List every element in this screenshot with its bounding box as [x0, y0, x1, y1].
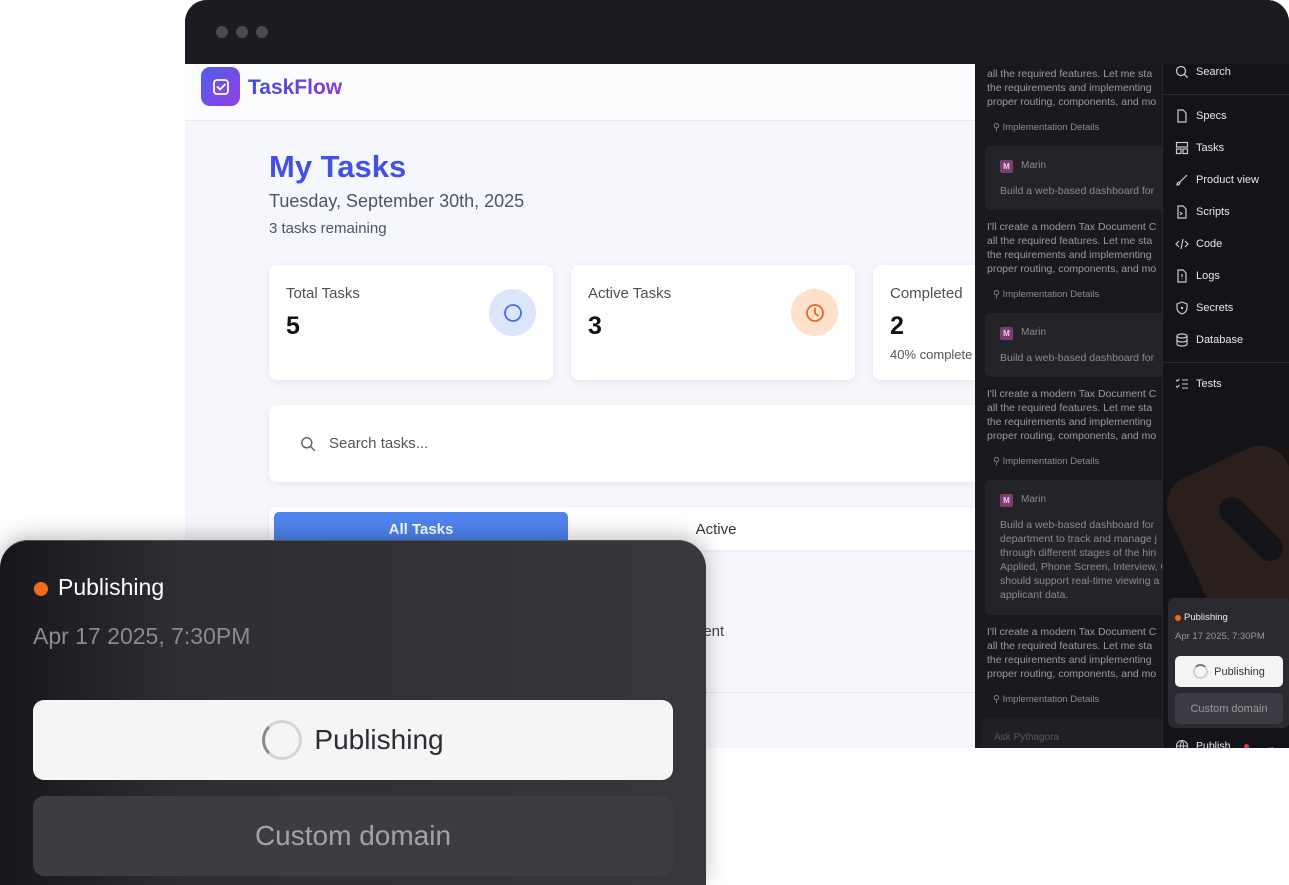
search-icon [301, 437, 316, 452]
avatar: M [1000, 327, 1013, 340]
clock-icon [791, 289, 838, 336]
sidebar-item-logs[interactable]: Logs [1175, 269, 1220, 283]
chat-input-placeholder: Ask Pythagora [994, 732, 1060, 743]
shield-icon [1176, 301, 1188, 315]
search-box[interactable]: Search tasks... [269, 405, 975, 482]
sidebar-item-tasks[interactable]: Tasks [1175, 141, 1224, 155]
publishing-button[interactable]: Publishing [33, 700, 673, 780]
user-message: M Marin Build a web-based dashboard for [985, 146, 1162, 210]
app-header: TaskFlow [185, 64, 975, 121]
brush-icon [1176, 174, 1188, 186]
checklist-icon [1175, 378, 1188, 389]
sidebar-item-tests[interactable]: Tests [1175, 377, 1222, 391]
implementation-details-link[interactable]: ⚲ Implementation Details [993, 694, 1099, 705]
chat-panel: all the required features. Let me sta th… [975, 64, 1162, 748]
user-message: M Marin Build a web-based dashboard for [985, 313, 1162, 377]
message-body: Build a web-based dashboard for [1000, 352, 1155, 364]
implementation-details-link[interactable]: ⚲ Implementation Details [993, 122, 1099, 133]
title-bar [185, 0, 1289, 64]
taskflow-logo-icon[interactable] [201, 67, 240, 106]
database-icon [1176, 333, 1188, 347]
publish-date: Apr 17 2025, 7:30PM [33, 623, 251, 649]
stat-card-total: Total Tasks 5 [269, 265, 553, 380]
sidebar-item-code[interactable]: Code [1175, 237, 1222, 251]
status-dot [1175, 615, 1181, 621]
publishing-popup: Publishing Apr 17 2025, 7:30PM Publishin… [0, 540, 706, 885]
ai-message: I'll create a modern Tax Document C all … [987, 626, 1157, 680]
script-icon [1177, 205, 1187, 219]
user-name: Marin [1021, 160, 1047, 171]
user-name: Marin [1021, 327, 1047, 338]
layout-icon [1175, 141, 1189, 155]
sidebar-item-secrets[interactable]: Secrets [1175, 301, 1233, 315]
code-icon [1175, 238, 1189, 250]
sidebar-item-product-view[interactable]: Product view [1175, 173, 1259, 187]
page-title: My Tasks [269, 149, 407, 184]
sidebar: Search Specs Tasks Product view Scripts … [1162, 64, 1289, 748]
implementation-details-link[interactable]: ⚲ Implementation Details [993, 289, 1099, 300]
sidebar-item-search[interactable]: Search [1175, 65, 1231, 79]
ai-message: all the required features. Let me sta th… [987, 68, 1157, 108]
stat-value: 5 [286, 312, 300, 340]
stat-value: 2 [890, 312, 904, 340]
chevron-down-icon[interactable]: ⌄ [1267, 741, 1275, 749]
publishing-button[interactable]: Publishing [1175, 656, 1283, 687]
custom-domain-button[interactable]: Custom domain [1175, 693, 1283, 724]
avatar: M [1000, 160, 1013, 173]
spinner-icon [262, 720, 303, 760]
window-close-button[interactable] [216, 26, 228, 38]
brand-name[interactable]: TaskFlow [248, 76, 342, 100]
sidebar-item-scripts[interactable]: Scripts [1175, 205, 1230, 219]
stat-label: Total Tasks [286, 285, 360, 302]
ai-message: I'll create a modern Tax Document C all … [987, 221, 1157, 275]
stat-card-active: Active Tasks 3 [571, 265, 855, 380]
chat-input[interactable]: Ask Pythagora [981, 718, 1162, 748]
circle-icon [489, 289, 536, 336]
globe-icon [1175, 739, 1189, 748]
spinner-icon [1193, 664, 1209, 679]
avatar: M [1000, 494, 1013, 507]
custom-domain-button[interactable]: Custom domain [33, 796, 673, 876]
user-name: Marin [1021, 494, 1047, 505]
sidebar-item-specs[interactable]: Specs [1175, 109, 1227, 123]
stat-value: 3 [588, 312, 602, 340]
publish-menu[interactable]: Publish ⌄ [1175, 739, 1275, 748]
publish-status: Publishing [1184, 612, 1228, 623]
message-body: Build a web-based dashboard for [1000, 185, 1155, 197]
search-icon [1175, 65, 1188, 78]
stat-card-completed: Completed 2 40% complete [873, 265, 975, 380]
notification-dot [1244, 743, 1250, 748]
log-icon [1177, 269, 1187, 283]
window-maximize-button[interactable] [256, 26, 268, 38]
tasks-remaining: 3 tasks remaining [269, 220, 387, 237]
publish-date: Apr 17 2025, 7:30PM [1175, 631, 1265, 642]
document-icon [1177, 109, 1187, 123]
user-message: M Marin Build a web-based dashboard for … [985, 480, 1162, 615]
implementation-details-link[interactable]: ⚲ Implementation Details [993, 456, 1099, 467]
window-minimize-button[interactable] [236, 26, 248, 38]
status-dot [34, 582, 48, 596]
search-input[interactable]: Search tasks... [329, 435, 428, 452]
completion-percent: 40% complete [890, 347, 973, 362]
stat-label: Active Tasks [588, 285, 672, 302]
publish-status: Publishing [58, 574, 165, 600]
current-date: Tuesday, September 30th, 2025 [269, 191, 525, 211]
sidebar-item-database[interactable]: Database [1175, 333, 1243, 347]
publish-panel: Publishing Apr 17 2025, 7:30PM Publishin… [1168, 598, 1289, 728]
stat-label: Completed [890, 285, 963, 302]
message-body: Build a web-based dashboard for departme… [1000, 519, 1162, 601]
ai-message: I'll create a modern Tax Document C all … [987, 388, 1157, 442]
